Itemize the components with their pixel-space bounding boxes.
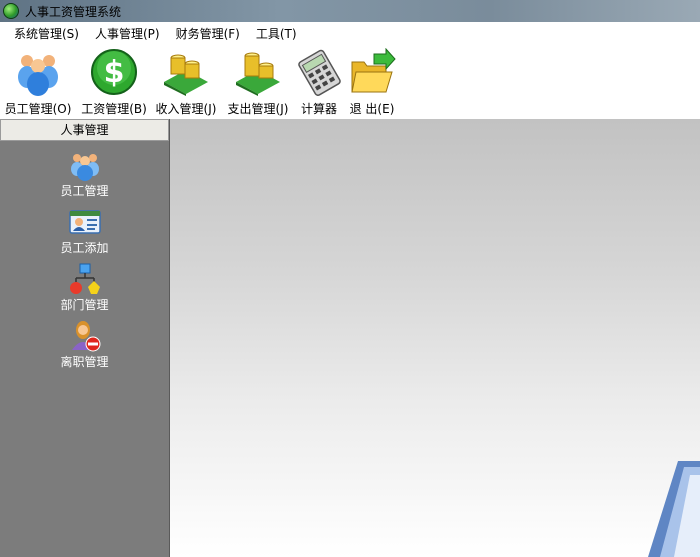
sidebar-header[interactable]: 人事管理 bbox=[0, 119, 169, 141]
sidebar-item-employee-add[interactable]: 员工添加 bbox=[0, 206, 169, 255]
sidebar-item-resign-manage[interactable]: 离职管理 bbox=[0, 320, 169, 369]
sidebar-item-department-manage[interactable]: 部门管理 bbox=[0, 263, 169, 312]
sidebar-item-label: 离职管理 bbox=[60, 355, 109, 369]
org-chart-icon bbox=[69, 263, 101, 295]
menu-system[interactable]: 系统管理(S) bbox=[6, 23, 87, 45]
menu-finance[interactable]: 财务管理(F) bbox=[168, 23, 248, 45]
app-globe-icon bbox=[3, 3, 19, 19]
calculator-button[interactable]: 计算器 bbox=[296, 48, 342, 117]
sidebar: 人事管理 员工管理 员工添加 部门管理 离职管理 bbox=[0, 119, 170, 557]
employee-manage-button[interactable]: 员工管理(O) bbox=[4, 48, 72, 117]
user-remove-icon bbox=[69, 320, 101, 352]
main-workspace[interactable] bbox=[170, 119, 700, 557]
corner-decoration bbox=[648, 461, 700, 557]
salary-manage-button[interactable]: $ 工资管理(B) bbox=[80, 48, 148, 117]
users-icon bbox=[14, 48, 62, 96]
users-icon bbox=[69, 149, 101, 181]
toolbar-label: 退 出(E) bbox=[349, 102, 395, 116]
id-card-icon bbox=[68, 206, 101, 238]
menu-bar: 系统管理(S) 人事管理(P) 财务管理(F) 工具(T) bbox=[0, 22, 700, 46]
dollar-icon: $ bbox=[90, 48, 138, 96]
sidebar-item-label: 员工添加 bbox=[60, 241, 109, 255]
exit-folder-icon bbox=[348, 47, 396, 96]
menu-personnel[interactable]: 人事管理(P) bbox=[87, 23, 168, 45]
window-title: 人事工资管理系统 bbox=[25, 4, 122, 19]
menu-tools[interactable]: 工具(T) bbox=[248, 23, 305, 45]
toolbar: 员工管理(O) $ 工资管理(B) 收入管理(J) 支出管理(J) 计算器 退 … bbox=[0, 46, 700, 120]
sidebar-item-label: 部门管理 bbox=[60, 298, 109, 312]
toolbar-label: 计算器 bbox=[300, 102, 337, 116]
sidebar-item-label: 员工管理 bbox=[60, 184, 109, 198]
income-manage-button[interactable]: 收入管理(J) bbox=[154, 48, 218, 117]
calculator-icon bbox=[295, 48, 343, 96]
title-bar[interactable]: 人事工资管理系统 bbox=[0, 0, 700, 22]
toolbar-label: 员工管理(O) bbox=[4, 102, 72, 116]
coins-in-icon bbox=[162, 48, 210, 96]
sidebar-item-employee-manage[interactable]: 员工管理 bbox=[0, 149, 169, 198]
coins-out-icon bbox=[234, 48, 282, 96]
expense-manage-button[interactable]: 支出管理(J) bbox=[226, 48, 290, 117]
toolbar-label: 收入管理(J) bbox=[155, 102, 217, 116]
toolbar-label: 支出管理(J) bbox=[227, 102, 289, 116]
toolbar-label: 工资管理(B) bbox=[81, 102, 147, 116]
exit-button[interactable]: 退 出(E) bbox=[346, 47, 398, 117]
svg-text:$: $ bbox=[104, 55, 125, 90]
